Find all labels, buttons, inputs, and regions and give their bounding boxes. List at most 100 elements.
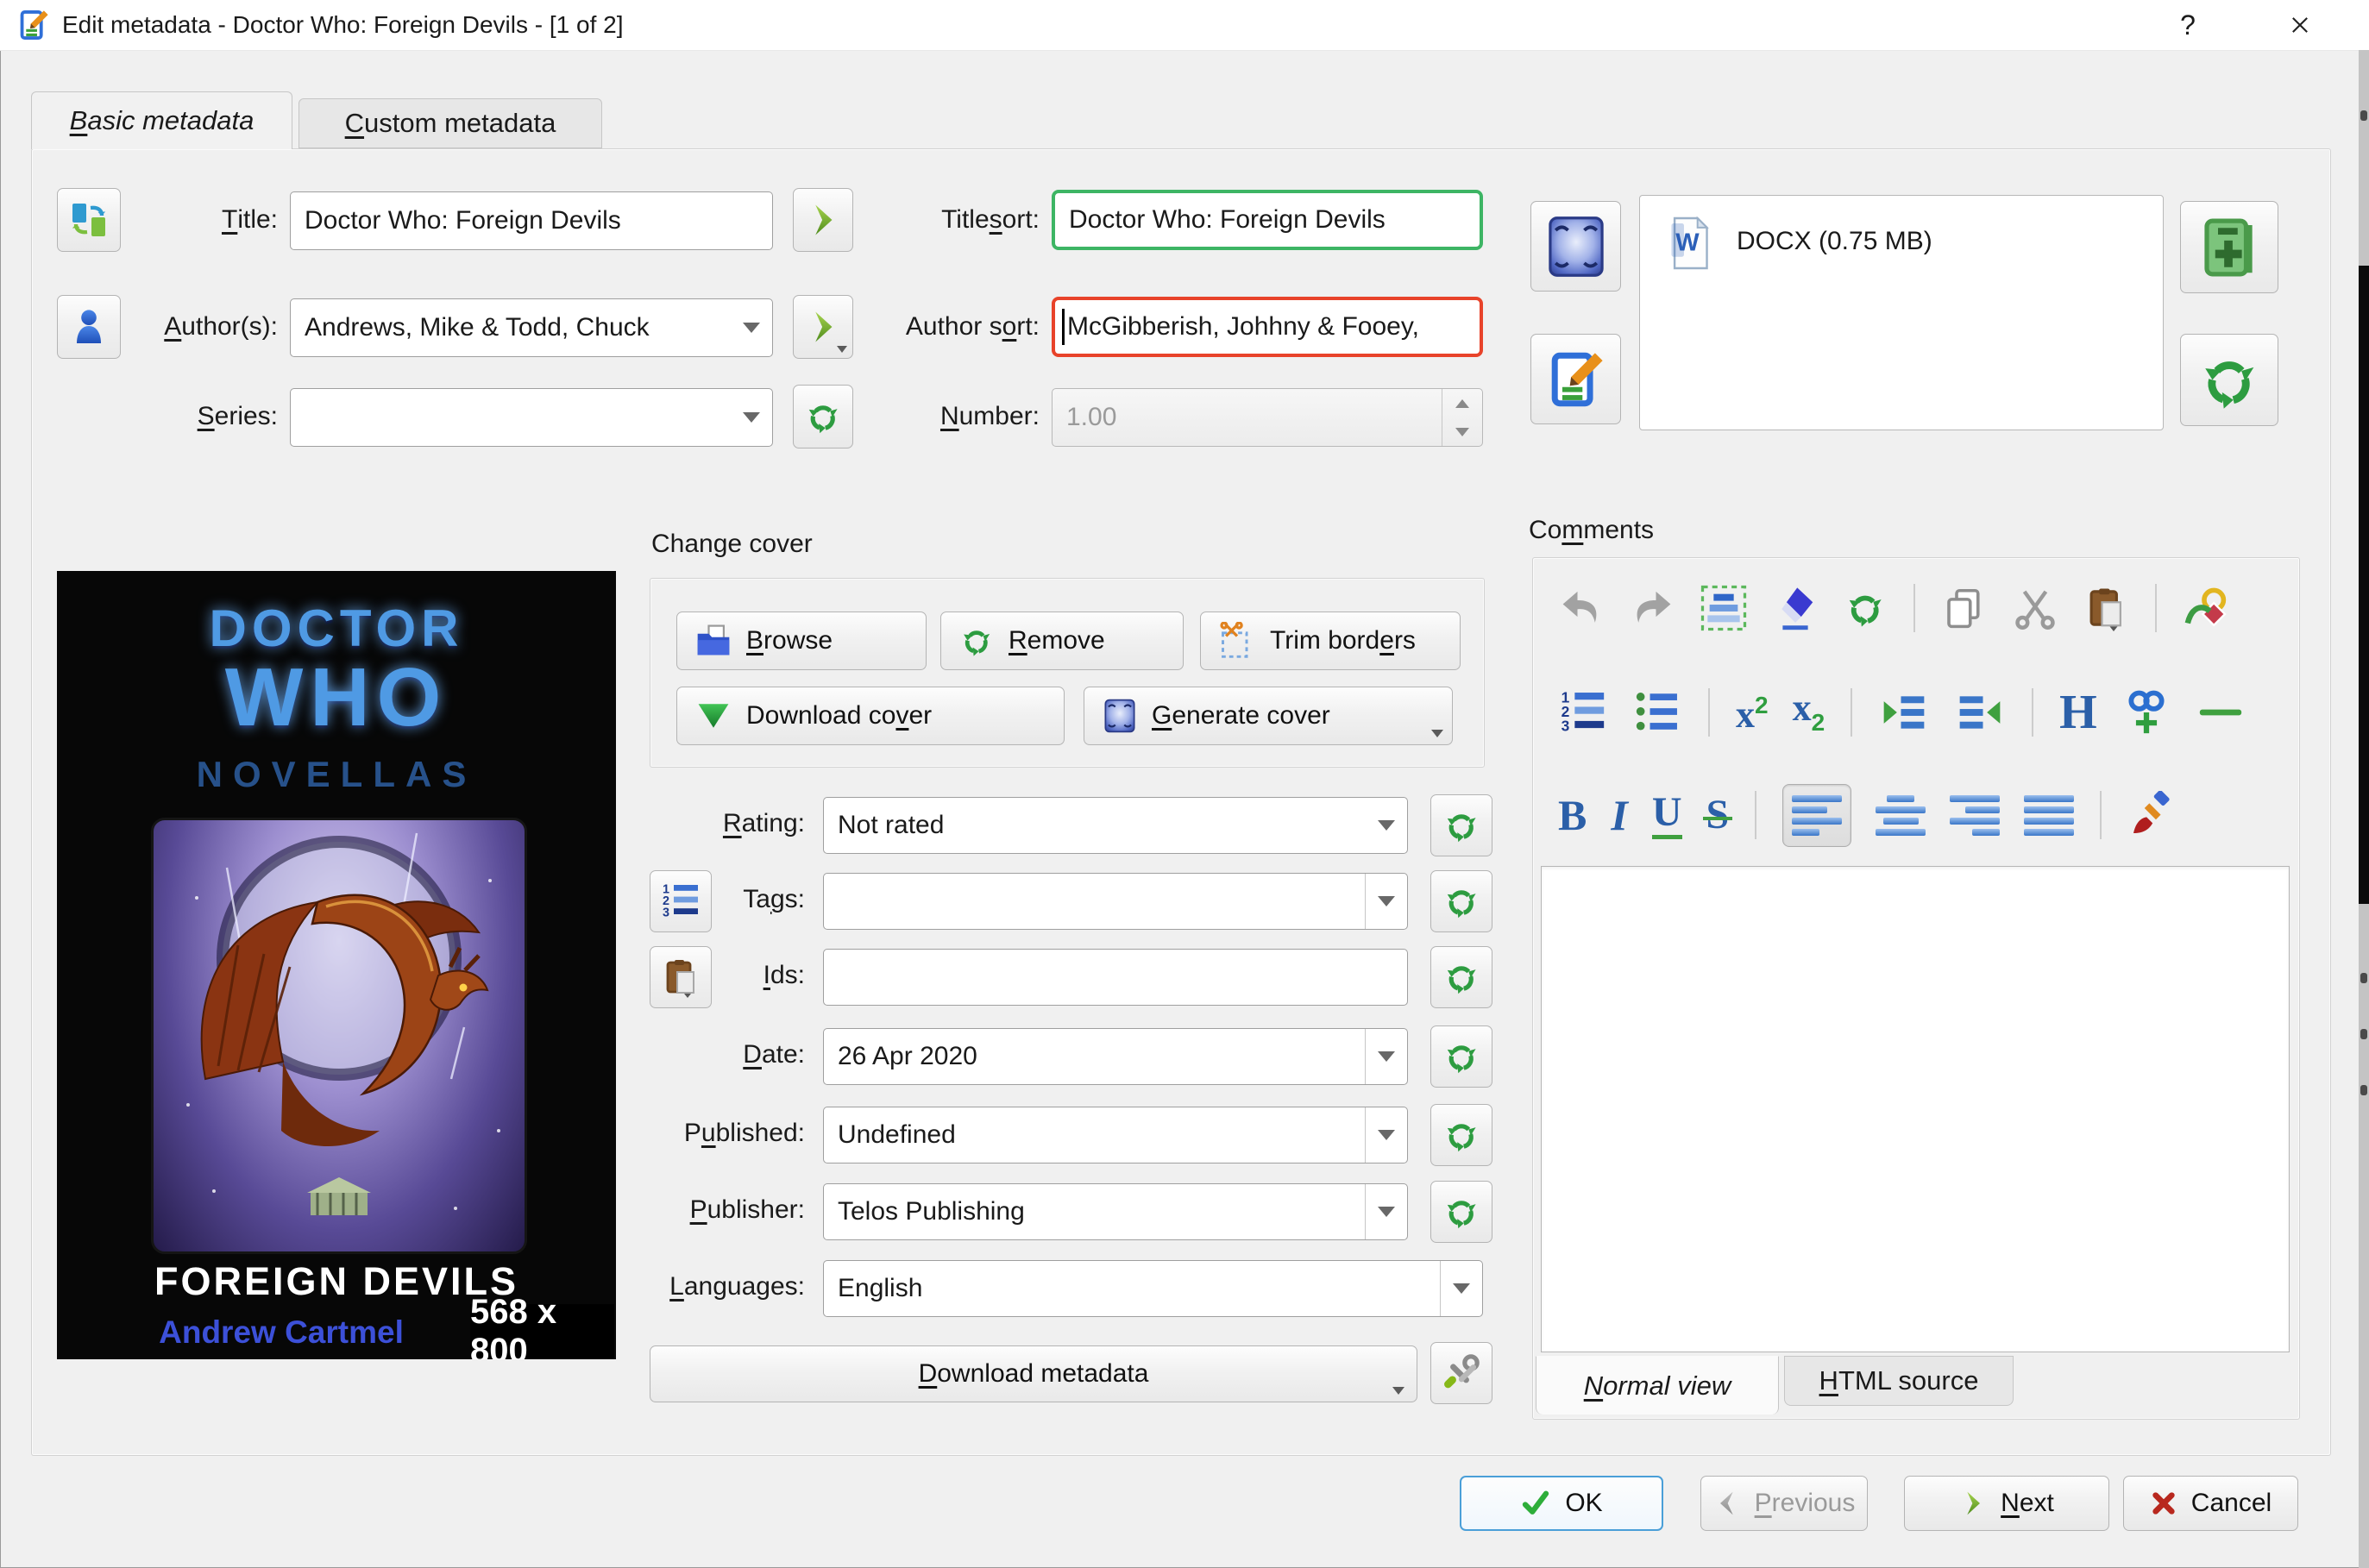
author-sort-input[interactable]: McGibberish, Johhny & Fooey, [1052,297,1483,357]
clear-series-button[interactable] [793,385,853,448]
tools-icon [1441,1352,1482,1394]
chevron-right-icon [1959,1490,1987,1517]
close-button[interactable] [2265,0,2334,50]
recycle-icon [958,622,995,660]
clear-formatting-icon[interactable] [2127,791,2176,839]
superscript-button[interactable]: x2 [1736,692,1769,734]
title-sort-input[interactable]: Doctor Who: Foreign Devils [1052,190,1483,250]
published-combo[interactable]: Undefined [823,1107,1408,1163]
copy-icon[interactable] [1941,585,1988,631]
dropdown-arrow-icon[interactable] [1365,1184,1407,1239]
bullet-list-icon[interactable] [1632,687,1682,737]
cancel-button[interactable]: Cancel [2123,1476,2298,1531]
color-swatch-icon[interactable] [2183,584,2231,632]
clear-ids-button[interactable] [1430,946,1492,1008]
previous-button[interactable]: Previous [1700,1476,1868,1531]
date-combo[interactable]: 26 Apr 2020 [823,1028,1408,1085]
add-format-button[interactable] [2180,201,2278,293]
comments-toolbar-row1 [1558,580,2231,637]
select-all-icon[interactable] [1700,584,1748,632]
clear-date-button[interactable] [1430,1025,1492,1088]
remove-cover-button[interactable]: Remove [940,612,1184,670]
series-combo[interactable] [290,388,773,447]
published-label: Pu blished: [683,1119,805,1147]
ok-button[interactable]: OK [1460,1476,1663,1531]
tags-combo[interactable] [823,873,1408,930]
align-left-button[interactable] [1782,783,1852,847]
strikethrough-button[interactable]: S [1702,794,1733,836]
cut-icon[interactable] [2012,585,2058,631]
dropdown-arrow-icon[interactable] [731,299,772,356]
recycle-icon [1442,805,1481,846]
formats-list[interactable]: W DOCX (0.75 MB) [1639,195,2164,430]
cover-brand-line2: WHO [224,651,449,743]
rating-select[interactable]: Not rated [823,797,1408,854]
eraser-icon[interactable] [1772,585,1819,631]
tab-custom-metadata[interactable]: Custom metadata [298,98,602,148]
authors-combo[interactable]: Andrews, Mike & Todd, Chuck [290,298,773,357]
comments-editor[interactable] [1541,866,2290,1352]
help-button[interactable]: ? [2153,0,2222,50]
italic-button[interactable]: I [1611,793,1627,837]
publisher-combo[interactable]: Telos Publishing [823,1183,1408,1240]
format-item[interactable]: W DOCX (0.75 MB) [1640,196,2163,272]
dropdown-arrow-icon[interactable] [1365,1107,1407,1163]
publisher-label: Publisher: [689,1195,805,1224]
bold-button[interactable]: B [1558,793,1587,837]
tab-normal-view[interactable]: Normal view [1536,1356,1779,1414]
cover-author: Andrew Cartmel [159,1314,404,1350]
clear-publisher-button[interactable] [1430,1181,1492,1243]
clear-tags-button[interactable] [1430,870,1492,932]
clear-rating-button[interactable] [1430,794,1492,856]
trim-cover-button[interactable]: Trim borders [1200,612,1461,670]
remove-format-button[interactable] [2180,334,2278,426]
series-number-spinner[interactable]: 1.00 [1052,388,1483,447]
recycle-icon [803,396,843,437]
recycle-icon [1442,881,1481,922]
tab-html-source[interactable]: H TML source [1784,1356,2014,1406]
indent-more-icon[interactable] [1878,688,1930,737]
redo-icon[interactable] [1629,585,1675,631]
insert-link-icon[interactable] [2121,687,2171,738]
subscript-button[interactable]: x2 [1793,688,1825,737]
clear-published-button[interactable] [1430,1104,1492,1166]
dropdown-arrow-icon[interactable] [1365,1029,1407,1084]
text-caret [1062,309,1065,345]
paste-icon[interactable] [2083,585,2129,631]
next-button[interactable]: Next [1904,1476,2109,1531]
window-title: Edit metadata - Doctor Who: Foreign Devi… [62,11,624,38]
dropdown-arrow-icon[interactable] [1366,798,1407,853]
dropdown-arrow-icon[interactable] [731,389,772,446]
languages-combo[interactable]: English [823,1260,1483,1317]
view-format-button[interactable] [1530,201,1621,292]
auto-title-sort-button[interactable] [793,188,853,252]
browse-cover-button[interactable]: Browse [676,612,927,670]
spin-down-button[interactable] [1442,417,1482,446]
metadata-from-format-button[interactable] [1530,334,1621,424]
cover-art[interactable]: DOCTOR WHO NOVELLAS FOREIGN DEVILS Andre… [57,571,616,1359]
underline-button[interactable]: U [1651,791,1682,839]
download-arrow-icon [694,697,732,735]
heading-button[interactable]: H [2059,688,2097,737]
download-cover-button[interactable]: Download cover [676,687,1065,745]
undo-icon[interactable] [1558,585,1605,631]
spin-up-button[interactable] [1442,389,1482,417]
dropdown-arrow-icon[interactable] [1365,874,1407,929]
align-center-button[interactable] [1876,794,1926,836]
cover-illustration [151,818,527,1254]
configure-metadata-download-button[interactable] [1430,1342,1492,1404]
auto-author-sort-button[interactable] [793,295,853,359]
horizontal-rule-icon[interactable] [2196,687,2246,737]
recycle-icon[interactable] [1843,585,1888,631]
indent-less-icon[interactable] [1954,688,2006,737]
generate-cover-button[interactable]: Generate cover [1084,687,1453,745]
align-right-button[interactable] [1950,794,2001,836]
tab-basic-metadata[interactable]: Basic metadata [31,91,292,149]
ids-input[interactable] [823,949,1408,1006]
download-metadata-button[interactable]: Download metadata [650,1345,1417,1402]
title-input[interactable]: Doctor Who: Foreign Devils [290,191,773,250]
ordered-list-icon[interactable] [1558,687,1608,737]
arrow-right-icon [805,202,841,238]
align-justify-button[interactable] [2024,794,2075,836]
dropdown-arrow-icon[interactable] [1440,1261,1482,1316]
